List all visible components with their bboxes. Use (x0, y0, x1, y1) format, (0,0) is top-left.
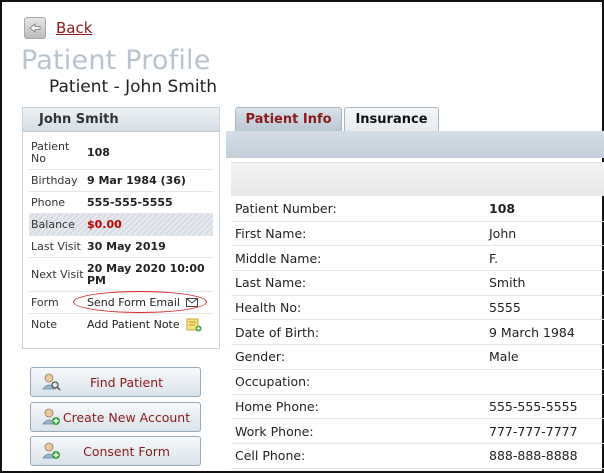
find-patient-icon (42, 373, 61, 391)
back-nav[interactable]: Back (24, 17, 92, 39)
find-patient-button[interactable]: Find Patient (30, 367, 201, 397)
card-label: Last Visit (31, 239, 81, 253)
tab-patient-info[interactable]: Patient Info (235, 107, 342, 131)
card-label: Balance (31, 217, 75, 231)
field-label: First Name: (235, 226, 307, 242)
card-row-form: Form Send Form Email (29, 290, 213, 314)
card-row-balance: Balance $0.00 (29, 214, 213, 236)
balance-value: $0.00 (87, 217, 122, 231)
create-account-icon (42, 408, 60, 425)
consent-form-icon (42, 442, 60, 459)
field-value: Smith (489, 275, 526, 291)
highlight-oval (73, 290, 207, 313)
create-new-account-button[interactable]: Create New Account (30, 402, 201, 432)
field-label: Date of Birth: (235, 324, 320, 340)
field-value: John (489, 226, 517, 242)
field-value: 555-555-5555 (489, 398, 578, 414)
card-row-last-visit: Last Visit 30 May 2019 (29, 236, 213, 258)
card-label: Phone (31, 195, 66, 209)
table-row: Health No: 5555 (231, 296, 604, 321)
field-value: 9 March 1984 (489, 324, 575, 340)
field-value: 888-888-8888 (489, 448, 578, 464)
field-label: Gender: (235, 349, 286, 365)
card-value: 9 Mar 1984 (36) (87, 173, 186, 187)
card-row-patient-no: Patient No 108 (29, 136, 213, 170)
page-title: Patient Profile (21, 45, 211, 76)
back-arrow-icon[interactable] (24, 17, 46, 39)
table-row: Cell Phone: 888-888-8888 (231, 444, 604, 469)
table-row: Home Phone: 555-555-5555 (231, 395, 604, 420)
field-value: 108 (489, 201, 516, 217)
field-label: Occupation: (235, 374, 311, 390)
card-label: Note (31, 318, 58, 331)
table-row: Patient Number: 108 (231, 197, 604, 222)
card-label: Patient No (31, 139, 70, 165)
add-patient-note-link[interactable]: Add Patient Note (87, 319, 180, 331)
card-value: 555-555-5555 (87, 195, 173, 209)
card-label: Birthday (31, 173, 78, 187)
card-header: John Smith (23, 108, 219, 132)
table-row: Gender: Male (231, 345, 604, 370)
send-form-email-link[interactable]: Send Form Email (73, 290, 207, 313)
card-row-note: Note Add Patient Note (29, 314, 213, 336)
table-row: Work Phone: 777-777-7777 (231, 419, 604, 444)
page-subtitle: Patient - John Smith (49, 77, 218, 97)
field-label: Work Phone: (235, 423, 314, 439)
field-label: Last Name: (235, 275, 307, 291)
card-row-next-visit: Next Visit 20 May 2020 10:00 PM (29, 258, 213, 292)
card-value: 30 May 2019 (87, 239, 166, 253)
field-value: 5555 (489, 300, 521, 316)
create-new-account-label[interactable]: Create New Account (61, 410, 192, 425)
field-label: Home Phone: (235, 398, 319, 414)
table-row: Middle Name: F. (231, 246, 604, 272)
card-row-birthday: Birthday 9 Mar 1984 (36) (29, 170, 213, 192)
field-label: Patient Number: (235, 201, 337, 217)
field-label: Middle Name: (235, 250, 322, 266)
card-row-phone: Phone 555-555-5555 (29, 192, 213, 214)
find-patient-label[interactable]: Find Patient (61, 375, 192, 390)
table-row: Last Name: Smith (231, 271, 604, 296)
card-value: 108 (87, 145, 110, 159)
field-value: 777-777-7777 (489, 423, 578, 439)
table-row: First Name: John (231, 222, 604, 247)
patient-info-table: Patient Number: 108 First Name: John Mid… (231, 197, 604, 469)
field-value: Male (489, 349, 519, 365)
tab-toolbar-strip (231, 162, 604, 196)
card-value: 20 May 2020 10:00 PM (87, 261, 205, 287)
card-label: Next Visit (31, 267, 84, 281)
table-row: Occupation: (231, 370, 604, 395)
patient-summary-card: John Smith Patient No 108 Birthday 9 Mar… (22, 107, 220, 349)
tab-insurance[interactable]: Insurance (344, 107, 439, 131)
table-row: Date of Birth: 9 March 1984 (231, 320, 604, 346)
note-add-icon[interactable] (186, 318, 202, 332)
field-value: F. (489, 250, 499, 266)
tab-content-header (226, 131, 604, 158)
consent-form-button[interactable]: Consent Form (30, 436, 201, 466)
field-label: Health No: (235, 300, 302, 316)
back-link[interactable]: Back (56, 19, 92, 37)
field-label: Cell Phone: (235, 448, 306, 464)
consent-form-label[interactable]: Consent Form (61, 444, 192, 459)
